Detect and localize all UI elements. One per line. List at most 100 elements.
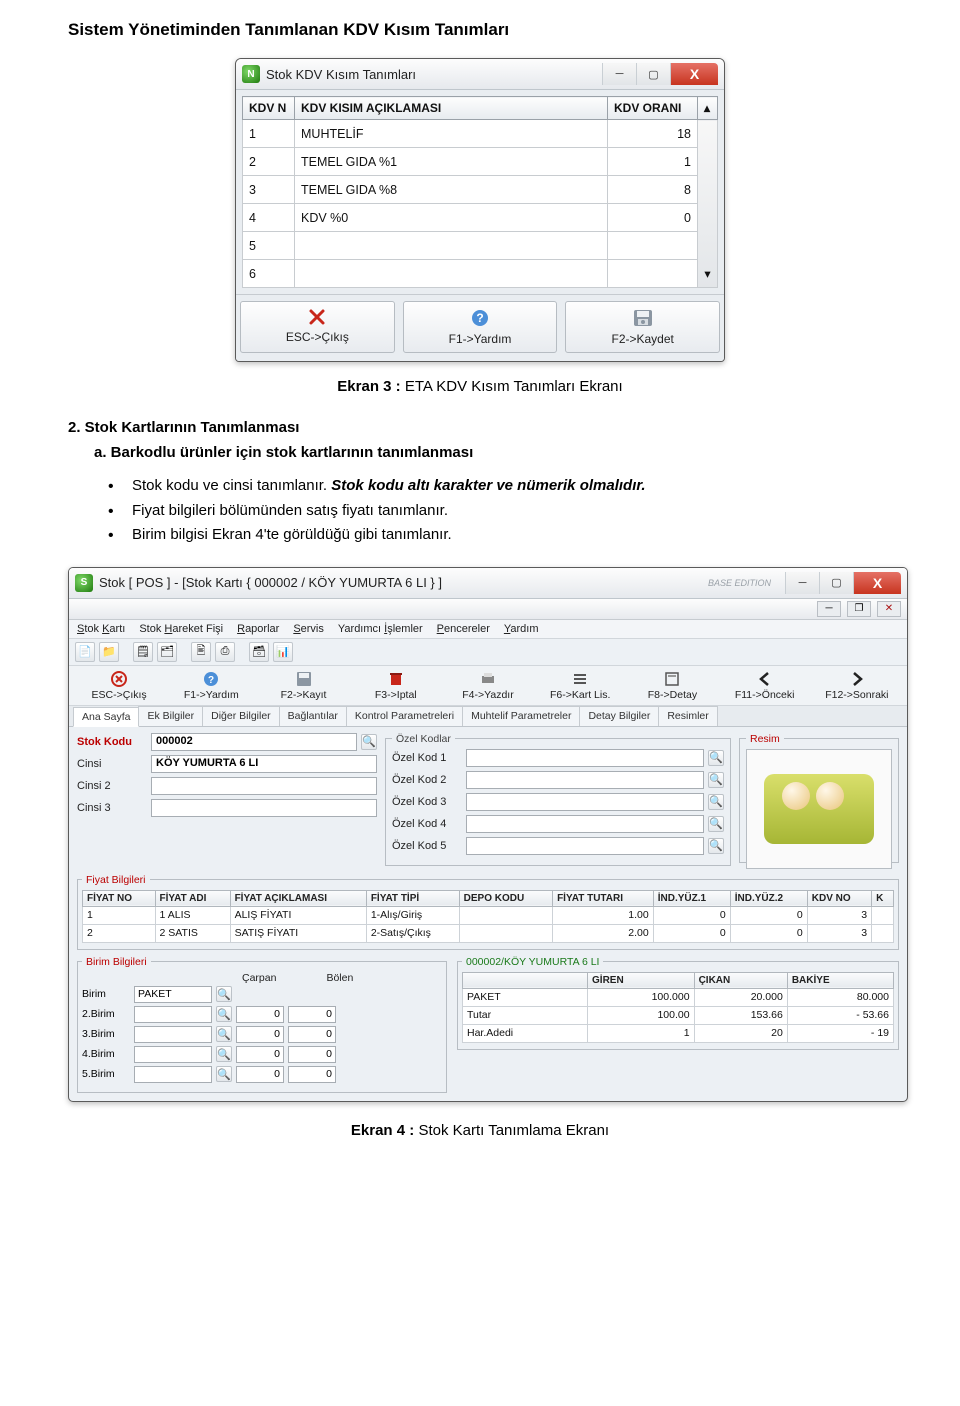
ozel-kod-5-input[interactable] <box>466 837 704 855</box>
toolbar-icon[interactable]: 🗃 <box>249 642 269 662</box>
carpan-input[interactable]: 0 <box>236 1046 284 1063</box>
menu-pencereler[interactable]: Pencereler <box>437 623 490 635</box>
tab-baglantilar[interactable]: Bağlantılar <box>279 706 347 726</box>
lookup-icon[interactable]: 🔍 <box>216 986 232 1002</box>
bolen-input[interactable]: 0 <box>288 1026 336 1043</box>
cinsi2-input[interactable] <box>151 777 377 795</box>
cinsi-input[interactable]: KÖY YUMURTA 6 LI <box>151 755 377 773</box>
lookup-icon[interactable]: 🔍 <box>216 1066 232 1082</box>
scroll-up-icon[interactable]: ▴ <box>698 97 718 120</box>
stok-kodu-input[interactable]: 000002 <box>151 733 357 751</box>
inner-minimize-button[interactable]: ─ <box>817 601 841 617</box>
bolen-input[interactable]: 0 <box>288 1006 336 1023</box>
scroll-down-icon[interactable]: ▾ <box>698 120 718 288</box>
bolen-input[interactable]: 0 <box>288 1046 336 1063</box>
toolbar-icon[interactable]: 📄 <box>75 642 95 662</box>
table-row[interactable]: 3TEMEL GIDA %88 <box>243 176 718 204</box>
lookup-icon[interactable]: 🔍 <box>216 1026 232 1042</box>
ozel-kod-2-input[interactable] <box>466 771 704 789</box>
tab-ana-sayfa[interactable]: Ana Sayfa <box>73 707 139 727</box>
birim-input[interactable]: PAKET <box>134 986 212 1003</box>
toolbar-icon[interactable]: ⎙ <box>215 642 235 662</box>
esc-exit-button[interactable]: ESC->Çıkış <box>240 301 395 353</box>
lookup-icon[interactable]: 🔍 <box>708 772 724 788</box>
table-row[interactable]: 1 1 ALIS ALIŞ FİYATI 1-Alış/Giriş 1.00 0… <box>83 906 894 924</box>
func-f2[interactable]: F2->Kayıt <box>257 668 349 703</box>
func-f11[interactable]: F11->Önceki <box>719 668 811 703</box>
cinsi3-input[interactable] <box>151 799 377 817</box>
carpan-input[interactable]: 0 <box>236 1066 284 1083</box>
ozel-kod-1-input[interactable] <box>466 749 704 767</box>
maximize-button[interactable]: ▢ <box>636 63 670 85</box>
birim-input[interactable] <box>134 1026 212 1043</box>
menu-yardim[interactable]: Yardım <box>504 623 539 635</box>
app-icon: N <box>242 65 260 83</box>
lookup-icon[interactable]: 🔍 <box>361 734 377 750</box>
ozel-kod-3-input[interactable] <box>466 793 704 811</box>
kdv-table[interactable]: KDV N KDV KISIM AÇIKLAMASI KDV ORANI ▴ 1… <box>242 96 718 288</box>
tab-detay-bilgiler[interactable]: Detay Bilgiler <box>579 706 659 726</box>
inner-restore-button[interactable]: ❐ <box>847 601 871 617</box>
table-row[interactable]: 5 <box>243 232 718 260</box>
table-row[interactable]: 2 2 SATIS SATIŞ FİYATI 2-Satış/Çıkış 2.0… <box>83 924 894 942</box>
inner-close-button[interactable]: ✕ <box>877 601 901 617</box>
ozel-kodlar-fieldset: Özel Kodlar Özel Kod 1🔍 Özel Kod 2🔍 Özel… <box>385 733 731 866</box>
tab-ek-bilgiler[interactable]: Ek Bilgiler <box>138 706 203 726</box>
carpan-input[interactable]: 0 <box>236 1026 284 1043</box>
toolbar-icon[interactable]: 🗂 <box>157 642 177 662</box>
func-f1[interactable]: ?F1->Yardım <box>165 668 257 703</box>
birim-input[interactable] <box>134 1006 212 1023</box>
func-f4[interactable]: F4->Yazdır <box>442 668 534 703</box>
lookup-icon[interactable]: 🔍 <box>216 1006 232 1022</box>
toolbar-icon[interactable]: 📊 <box>273 642 293 662</box>
lookup-icon[interactable]: 🔍 <box>708 794 724 810</box>
table-row[interactable]: 6 <box>243 260 718 288</box>
birim-input[interactable] <box>134 1066 212 1083</box>
menu-stok-hareket[interactable]: Stok Hareket Fişi <box>139 623 223 635</box>
ozel-kod-4-input[interactable] <box>466 815 704 833</box>
carpan-input[interactable]: 0 <box>236 1006 284 1023</box>
tab-muhtelif-param[interactable]: Muhtelif Parametreler <box>462 706 580 726</box>
menu-servis[interactable]: Servis <box>293 623 324 635</box>
close-button[interactable]: X <box>853 572 901 594</box>
tab-resimler[interactable]: Resimler <box>658 706 717 726</box>
func-esc[interactable]: ESC->Çıkış <box>73 668 165 703</box>
f1-help-button[interactable]: ? F1->Yardım <box>403 301 558 353</box>
tab-kontrol-param[interactable]: Kontrol Parametreleri <box>346 706 463 726</box>
menu-yardimci[interactable]: Yardımcı İşlemler <box>338 623 423 635</box>
func-f6[interactable]: F6->Kart Lis. <box>534 668 626 703</box>
toolbar-icon[interactable]: 📁 <box>99 642 119 662</box>
caption-ekran-3: Ekran 3 : ETA KDV Kısım Tanımları Ekranı <box>68 378 892 395</box>
lookup-icon[interactable]: 🔍 <box>708 816 724 832</box>
func-f12[interactable]: F12->Sonraki <box>811 668 903 703</box>
table-row[interactable]: 2TEMEL GIDA %11 <box>243 148 718 176</box>
lookup-icon[interactable]: 🔍 <box>216 1046 232 1062</box>
tab-diger-bilgiler[interactable]: Diğer Bilgiler <box>202 706 280 726</box>
table-row[interactable]: 1 MUHTELİF 18 ▾ <box>243 120 718 148</box>
table-row[interactable]: 4KDV %00 <box>243 204 718 232</box>
cinsi2-label: Cinsi 2 <box>77 780 147 792</box>
lookup-icon[interactable]: 🔍 <box>708 750 724 766</box>
menu-raporlar[interactable]: Raporlar <box>237 623 279 635</box>
edition-label: BASE EDITION <box>708 578 771 588</box>
func-f3[interactable]: F3->Iptal <box>350 668 442 703</box>
close-button[interactable]: X <box>670 63 718 85</box>
bullet-list: Stok kodu ve cinsi tanımlanır. Stok kodu… <box>98 475 892 547</box>
toolbar-icon[interactable]: 🖹 <box>191 642 211 662</box>
subitem-a: a. Barkodlu ürünler için stok kartlarını… <box>94 444 892 461</box>
f2-save-button[interactable]: F2->Kaydet <box>565 301 720 353</box>
minimize-button[interactable]: ─ <box>785 572 819 594</box>
close-x-icon <box>110 670 128 688</box>
birim-input[interactable] <box>134 1046 212 1063</box>
maximize-button[interactable]: ▢ <box>819 572 853 594</box>
kdv-window: N Stok KDV Kısım Tanımları ─ ▢ X KDV N K… <box>235 58 725 362</box>
toolbar-icon[interactable]: 🗒 <box>133 642 153 662</box>
minimize-button[interactable]: ─ <box>602 63 636 85</box>
fiyat-table[interactable]: FİYAT NO FİYAT ADI FİYAT AÇIKLAMASI FİYA… <box>82 890 894 943</box>
lookup-icon[interactable]: 🔍 <box>708 838 724 854</box>
menubar[interactable]: Stok Kartı Stok Hareket Fişi Raporlar Se… <box>69 620 907 639</box>
bolen-input[interactable]: 0 <box>288 1066 336 1083</box>
func-f8[interactable]: F8->Detay <box>626 668 718 703</box>
kdv-titlebar: N Stok KDV Kısım Tanımları ─ ▢ X <box>236 59 724 90</box>
menu-stok-karti[interactable]: Stok Kartı <box>77 623 125 635</box>
